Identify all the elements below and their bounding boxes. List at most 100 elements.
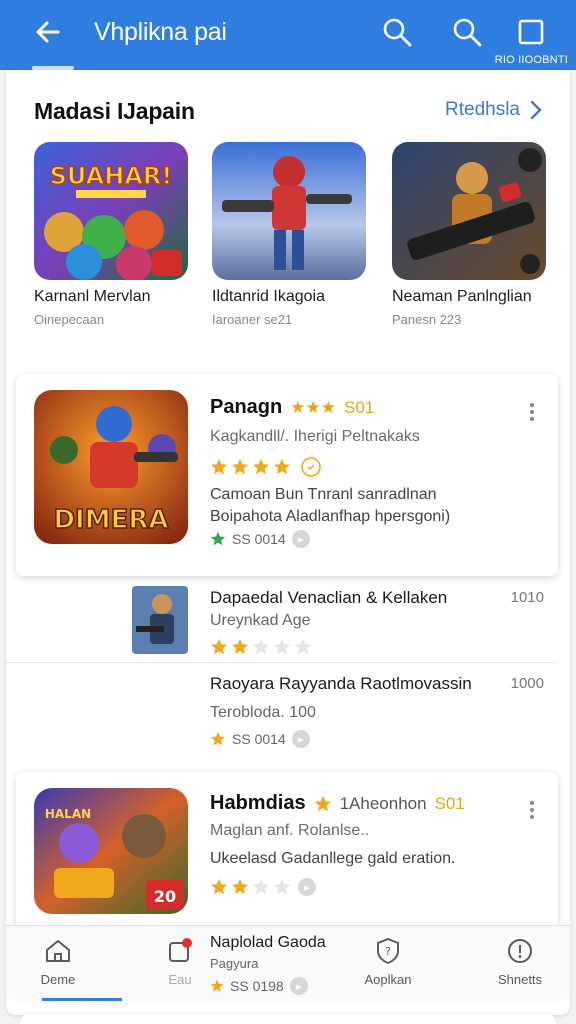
section-title: Madasi IJapain [34,98,195,124]
rating-stars: ▸ [210,878,316,896]
card-description: Camoan Bun Tnranl sanradlnan [210,486,437,503]
play-circle-icon[interactable]: ▸ [291,730,310,748]
see-more-label: Rtedhsla [445,99,520,120]
game-artwork [392,142,546,280]
overlay-title: Naplolad Gaoda [210,934,326,951]
star-empty-icon [273,638,291,655]
app-title: Vhplikna pai [94,18,227,46]
featured-title: Karnanl Mervlan [34,288,151,305]
play-circle-icon[interactable]: ▸ [298,878,316,896]
star-empty-icon [273,878,291,895]
list-item-subtitle: Ureynkad Age [210,612,311,629]
card-number: S01 [343,397,375,417]
nav-item-settings[interactable]: Shnetts [480,936,560,987]
overlay-subtitle: Pagyura [210,956,259,971]
rating-stars [210,638,312,656]
star-icon [273,458,291,475]
featured-game-card[interactable]: Ildtanrid Ikagoia Iaroaner se21 [212,142,368,327]
see-more-link[interactable]: Rtedhsla [445,99,542,121]
star-icon [210,458,228,475]
list-item-subtitle: Terobloda. 100 [210,704,316,721]
nav-label: Aoplkan [364,972,412,987]
star-empty-icon [294,638,312,655]
more-options-icon[interactable] [524,400,540,424]
now-playing-overlay[interactable]: Naplolad Gaoda Pagyura SS 0198 ▸ [210,934,326,995]
star-rating-label: ★★★ [290,397,336,417]
featured-game-card[interactable]: SUAHAR! Karnanl Mervlan Oinepecaan [34,142,190,327]
game-artwork: SUAHAR! [34,142,188,280]
content-sheet: Madasi IJapain Rtedhsla SUAHAR! Karnanl … [6,70,570,1015]
nav-label: Eau [168,972,192,987]
card-description: Boipahota Aladlanfhap hpersgoni) [210,508,451,525]
more-options-icon[interactable] [524,798,540,822]
game-artwork: DIMERA [34,390,188,544]
star-empty-icon [252,878,270,895]
green-star-icon [210,531,226,546]
list-item-footer: SS 0014 [232,731,286,747]
active-tab-indicator [42,998,122,1001]
home-icon [46,940,70,962]
featured-meta: Panesn 223 [392,312,462,327]
card-number: S01 [434,793,465,813]
featured-meta: Oinepecaan [34,312,105,327]
star-icon [231,638,249,655]
list-item-title: Dapaedal Venaclian & Kellaken [210,588,448,607]
game-artwork: 20 HALAN [34,788,188,914]
game-artwork [132,586,188,654]
game-card[interactable]: 20 HALAN Habmdias 1Aheonhon S01 Maglan a… [16,772,558,932]
featured-meta: Iaroaner se21 [212,312,293,327]
card-description: Ukeelasd Gadanllege gald eration. [210,850,456,867]
star-icon [231,458,249,475]
star-empty-icon [252,638,270,655]
play-circle-icon[interactable]: ▸ [289,977,308,995]
nav-label: Deme [40,972,76,987]
nav-item-apps[interactable]: ? Aoplkan [348,936,428,987]
search-icon-secondary[interactable] [448,13,486,51]
card-title: Habmdias [210,792,306,814]
list-item-number: 1000 [510,675,544,692]
bottom-navigation: Deme Eau Naplolad Gaoda Pagyura SS 0198 … [6,925,570,1001]
rating-stars [210,456,322,478]
card-title: Panagn [210,396,283,418]
star-icon [210,638,228,655]
card-tag: 1Aheonhon [339,793,427,813]
artwork-text: SUAHAR! [50,162,173,190]
list-item-title: Raoyara Rayyanda Raotlmovassin [210,674,472,693]
star-icon [210,731,226,746]
star-icon [210,979,224,992]
list-item[interactable]: Raoyara Rayyanda Raotlmovassin 1000 Tero… [6,666,570,756]
game-card[interactable]: DIMERA Panagn ★★★ S01 Kagkandll/. Iherig… [16,374,558,576]
overlay-footer: SS 0198 [230,978,284,994]
artwork-text: DIMERA [53,505,168,535]
star-icon [231,878,249,895]
bottom-sheet-edge [20,1014,556,1024]
back-arrow-icon[interactable] [30,14,66,50]
play-circle-icon[interactable]: ▸ [291,530,310,548]
info-circle-icon [508,939,532,963]
chevron-right-icon [530,100,542,120]
badge-icon [301,457,321,477]
square-window-icon[interactable] [512,13,550,51]
game-artwork [212,142,366,280]
artwork-text: HALAN [45,807,91,821]
divider [6,662,558,663]
featured-title: Ildtanrid Ikagoia [212,288,325,305]
badge-text: 20 [154,887,176,906]
search-icon[interactable] [378,13,416,51]
card-footer-text: SS 0014 [232,531,286,547]
svg-text:?: ? [385,945,391,958]
list-item-number: 1010 [510,589,544,606]
card-subtitle: Maglan anf. Rolanlse.. [210,822,370,839]
featured-title: Neaman Panlnglian [392,288,532,305]
star-icon [314,795,331,811]
star-icon [252,458,270,475]
notification-square-icon [169,938,192,962]
nav-label: Shnetts [497,972,543,987]
list-item[interactable]: Dapaedal Venaclian & Kellaken 1010 Ureyn… [6,580,570,664]
shield-question-icon: ? [377,937,399,965]
nav-item-updates[interactable]: Eau [140,936,220,987]
featured-game-card[interactable]: Neaman Panlnglian Panesn 223 [392,142,548,327]
star-icon [210,878,228,895]
appbar-subtitle: RIO IIOOBNTI [494,54,568,66]
nav-item-home[interactable]: Deme [18,936,98,987]
